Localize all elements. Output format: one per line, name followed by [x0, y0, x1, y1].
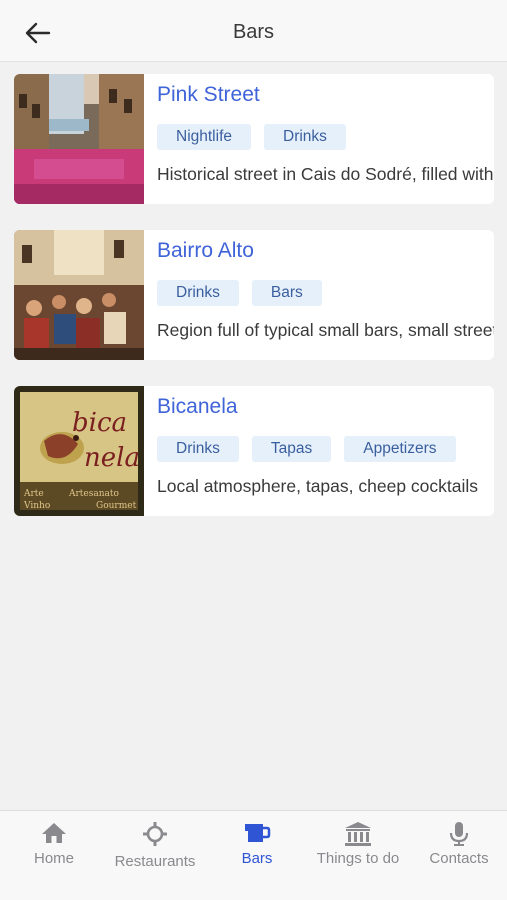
microphone-icon [449, 822, 469, 846]
museum-icon [345, 822, 371, 846]
svg-text:nela: nela [84, 443, 140, 473]
svg-text:Arte: Arte [23, 489, 44, 499]
tab-restaurants[interactable]: Restaurants [104, 811, 206, 900]
tab-label: Bars [241, 850, 273, 867]
tab-label: Contacts [429, 850, 489, 867]
item-title: Pink Street [157, 83, 260, 106]
list-item-bairro-alto[interactable]: Bairro Alto Drinks Bars Region full of t… [14, 230, 494, 360]
pink-street-photo [14, 74, 144, 204]
app-header: Bars [0, 0, 507, 62]
tab-label: Restaurants [114, 853, 196, 870]
tab-home[interactable]: Home [10, 811, 98, 900]
tag: Appetizers [344, 436, 456, 462]
tag: Drinks [264, 124, 346, 150]
tab-label: Things to do [316, 850, 400, 867]
tab-label: Home [33, 850, 74, 867]
tag: Tapas [251, 436, 332, 462]
item-title: Bairro Alto [157, 239, 254, 262]
tag: Drinks [157, 280, 239, 306]
svg-text:bica: bica [72, 408, 127, 438]
item-description: Historical street in Cais do Sodré, fill… [157, 164, 494, 184]
bar-list: Pink Street Nightlife Drinks Historical … [14, 74, 494, 542]
tag-list: Drinks Bars [157, 280, 322, 306]
item-description: Local atmosphere, tapas, cheep cocktails [157, 476, 479, 496]
restaurant-icon [143, 822, 167, 846]
page-title: Bars [232, 21, 275, 43]
home-icon [42, 823, 66, 843]
svg-text:Artesanato: Artesanato [68, 489, 119, 499]
bottom-tab-bar: Home Restaurants Bars Things to do Conta… [0, 810, 507, 900]
tag-list: Nightlife Drinks [157, 124, 346, 150]
svg-text:Vinho: Vinho [23, 501, 50, 511]
tab-bars[interactable]: Bars [216, 811, 298, 900]
tag: Drinks [157, 436, 239, 462]
list-item-pink-street[interactable]: Pink Street Nightlife Drinks Historical … [14, 74, 494, 204]
tab-contacts[interactable]: Contacts [418, 811, 500, 900]
tag: Bars [251, 280, 322, 306]
bicanela-logo-photo: bica nela Arte Artesanato Vinho Gourmet [14, 386, 144, 516]
tag-list: Drinks Tapas Appetizers [157, 436, 456, 462]
tab-things-to-do[interactable]: Things to do [306, 811, 410, 900]
tag: Nightlife [157, 124, 251, 150]
item-description: Region full of typical small bars, small… [157, 320, 494, 340]
bar-icon [245, 824, 271, 842]
svg-text:Gourmet: Gourmet [96, 501, 137, 511]
list-item-bicanela[interactable]: bica nela Arte Artesanato Vinho Gourmet … [14, 386, 494, 516]
item-title: Bicanela [157, 395, 238, 418]
bairro-alto-photo [14, 230, 144, 360]
